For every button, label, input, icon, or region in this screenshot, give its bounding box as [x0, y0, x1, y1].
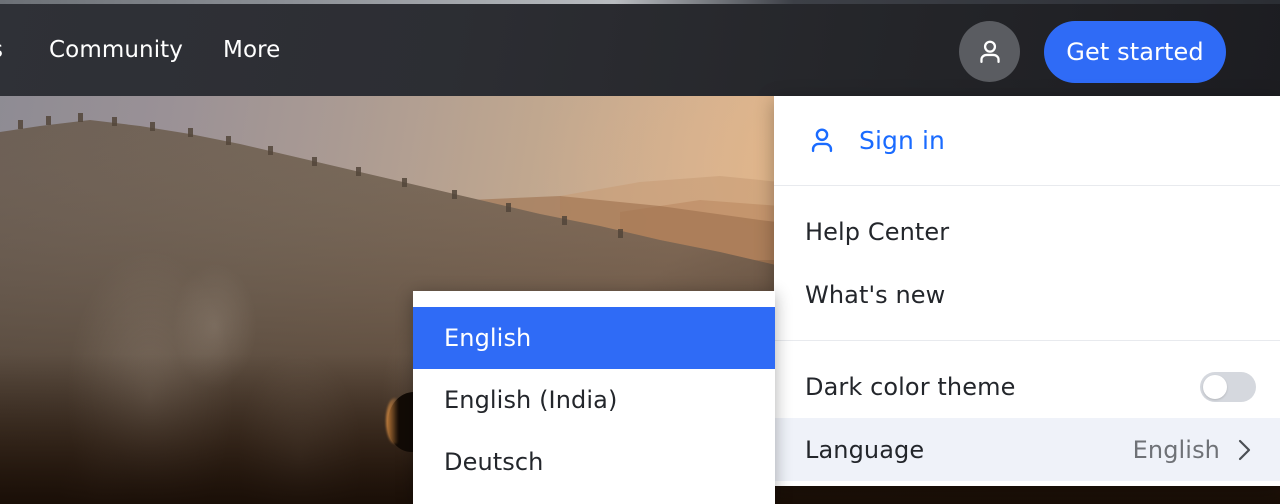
- get-started-button[interactable]: Get started: [1044, 21, 1226, 83]
- menu-divider-1: [774, 185, 1280, 186]
- language-option-label: English: [444, 324, 532, 352]
- dark-theme-control: [1200, 371, 1256, 402]
- language-option-label: English (India): [444, 386, 618, 414]
- menu-item-help-center[interactable]: Help Center: [774, 200, 1280, 263]
- help-center-label: Help Center: [805, 217, 950, 246]
- chevron-right-icon: [1238, 439, 1251, 460]
- language-option-deutsch[interactable]: Deutsch: [413, 431, 775, 493]
- dark-theme-toggle[interactable]: [1200, 371, 1256, 402]
- nav-link-partial[interactable]: s: [0, 37, 9, 63]
- account-dropdown-menu: Sign in Help Center What's new Dark colo…: [774, 96, 1280, 486]
- navbar-links: s Community More: [0, 4, 280, 96]
- sign-in-label: Sign in: [859, 126, 945, 155]
- person-icon: [979, 40, 1000, 63]
- menu-divider-2: [774, 340, 1280, 341]
- settings-group: Dark color theme Language English: [774, 355, 1280, 481]
- menu-item-dark-color-theme[interactable]: Dark color theme: [774, 355, 1280, 418]
- sign-in-menu-item[interactable]: Sign in: [774, 96, 1280, 185]
- language-option-english-india[interactable]: English (India): [413, 369, 775, 431]
- language-control: English: [1133, 436, 1256, 464]
- person-icon: [811, 127, 833, 152]
- account-avatar-button[interactable]: [959, 21, 1020, 82]
- dark-color-theme-label: Dark color theme: [805, 372, 1016, 401]
- help-links-group: Help Center What's new: [774, 200, 1280, 326]
- person-silhouette-rimlight: [386, 398, 404, 444]
- language-label: Language: [805, 435, 925, 464]
- app-screen: s Community More Get started Sign in Hel…: [0, 0, 1280, 504]
- nav-link-community[interactable]: Community: [49, 37, 183, 63]
- language-option-label: Deutsch: [444, 448, 544, 476]
- toggle-knob: [1203, 374, 1227, 399]
- menu-item-language[interactable]: Language English: [774, 418, 1280, 481]
- menu-item-whats-new[interactable]: What's new: [774, 263, 1280, 326]
- nav-link-more[interactable]: More: [223, 37, 280, 63]
- language-option-english[interactable]: English: [413, 307, 775, 369]
- language-submenu: English English (India) Deutsch: [413, 291, 775, 504]
- whats-new-label: What's new: [805, 280, 946, 309]
- language-current-value: English: [1132, 435, 1220, 464]
